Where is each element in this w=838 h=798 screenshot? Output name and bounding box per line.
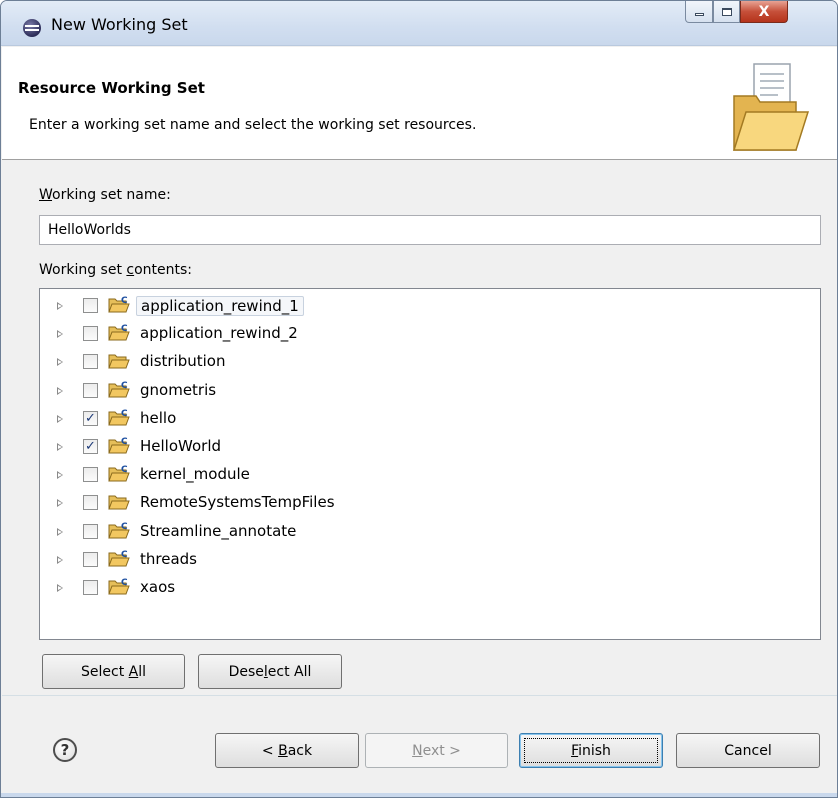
tree-item-checkbox[interactable]: ✓ [83, 410, 98, 426]
tree-item[interactable]: Capplication_rewind_2 [40, 320, 820, 348]
expand-arrow-icon[interactable] [57, 584, 63, 592]
tree-item-checkbox[interactable] [83, 326, 98, 342]
tree-item-checkbox[interactable] [83, 523, 98, 539]
new-working-set-dialog: New Working Set X Resource Working Set E… [0, 0, 838, 798]
help-icon[interactable]: ? [53, 738, 77, 762]
svg-text:C: C [121, 522, 128, 532]
expand-arrow-icon[interactable] [57, 358, 63, 367]
maximize-icon [721, 7, 732, 16]
svg-text:C: C [121, 437, 128, 447]
tree-item-label: kernel_module [140, 465, 250, 484]
tree-item-label: RemoteSystemsTempFiles [140, 493, 335, 512]
tree-item[interactable]: ✓ Chello [40, 405, 820, 433]
tree-item-label: application_rewind_1 [136, 296, 304, 316]
expand-arrow-icon[interactable] [57, 443, 63, 451]
tree-item-checkbox[interactable] [83, 467, 98, 483]
tree-item-label: threads [140, 549, 197, 568]
maximize-button[interactable] [713, 1, 740, 23]
tree-item[interactable]: Ckernel_module [40, 461, 820, 489]
svg-text:C: C [121, 465, 128, 475]
svg-text:C: C [121, 324, 128, 334]
tree-item-label: xaos [140, 578, 176, 596]
window-bottom-border [1, 793, 837, 797]
svg-text:C: C [121, 296, 128, 306]
working-set-name-label: Working set name: [39, 187, 171, 203]
working-set-contents-tree[interactable]: Capplication_rewind_1 Capplication_rewind… [39, 288, 821, 640]
expand-arrow-icon[interactable] [57, 386, 63, 395]
c-project-folder-icon: C [108, 437, 130, 454]
svg-text:C: C [121, 578, 128, 588]
close-icon: X [758, 3, 770, 20]
svg-text:C: C [121, 550, 128, 560]
tree-item[interactable]: Capplication_rewind_1 [40, 292, 820, 320]
eclipse-icon [23, 19, 41, 37]
close-button[interactable]: X [740, 1, 788, 23]
folder-icon [108, 495, 130, 510]
tree-item-label: Streamline_annotate [140, 521, 297, 540]
c-project-folder-icon: C [108, 409, 130, 426]
finish-button[interactable]: Finish [519, 733, 663, 768]
wizard-banner: Resource Working Set Enter a working set… [2, 47, 837, 160]
expand-arrow-icon[interactable] [57, 330, 63, 339]
select-all-button[interactable]: Select All [42, 654, 185, 689]
minimize-icon [694, 13, 704, 16]
expand-arrow-icon[interactable] [57, 555, 63, 564]
tree-item-label: gnometris [140, 380, 217, 399]
cancel-button[interactable]: Cancel [676, 733, 820, 768]
c-project-folder-icon: C [108, 296, 130, 313]
svg-text:C: C [121, 409, 128, 419]
tree-item[interactable]: Cgnometris [40, 377, 820, 405]
folder-icon [108, 354, 130, 369]
back-button[interactable]: < Back [215, 733, 359, 768]
banner-description: Enter a working set name and select the … [29, 117, 477, 133]
tree-item-checkbox[interactable]: ✓ [83, 439, 98, 454]
footer-separator [2, 695, 837, 696]
expand-arrow-icon[interactable] [57, 499, 63, 508]
tree-item[interactable]: distribution [40, 348, 820, 376]
title-bar[interactable]: New Working Set X [1, 1, 837, 46]
tree-item[interactable]: Cxaos [40, 574, 820, 602]
expand-arrow-icon[interactable] [57, 471, 63, 480]
tree-item-checkbox[interactable] [83, 495, 98, 511]
tree-item-checkbox[interactable] [83, 580, 98, 595]
expand-arrow-icon[interactable] [57, 414, 63, 423]
tree-item-checkbox[interactable] [83, 551, 98, 567]
tree-item-label: hello [140, 408, 177, 427]
c-project-folder-icon: C [108, 381, 130, 398]
tree-item-label: HelloWorld [140, 437, 222, 455]
tree-item[interactable]: RemoteSystemsTempFiles [40, 489, 820, 517]
checkmark-icon: ✓ [85, 410, 96, 426]
working-set-contents-label: Working set contents: [39, 262, 193, 278]
tree-item-checkbox[interactable] [83, 298, 98, 313]
window-title: New Working Set [51, 15, 188, 34]
tree-item-checkbox[interactable] [83, 354, 98, 370]
c-project-folder-icon: C [108, 522, 130, 539]
c-project-folder-icon: C [108, 465, 130, 482]
expand-arrow-icon[interactable] [57, 527, 63, 536]
tree-item-label: application_rewind_2 [140, 324, 298, 343]
c-project-folder-icon: C [108, 550, 130, 567]
expand-arrow-icon[interactable] [57, 302, 63, 310]
next-button[interactable]: Next > [365, 733, 508, 768]
tree-item[interactable]: Cthreads [40, 546, 820, 574]
banner-title: Resource Working Set [18, 79, 205, 97]
svg-text:C: C [121, 381, 128, 391]
checkmark-icon: ✓ [85, 439, 96, 454]
deselect-all-button[interactable]: Deselect All [198, 654, 342, 689]
working-set-name-input[interactable] [39, 215, 821, 245]
tree-item[interactable]: C Streamline_annotate [40, 518, 820, 546]
c-project-folder-icon: C [108, 578, 130, 595]
tree-item-label: distribution [140, 352, 226, 371]
working-set-folder-icon [732, 63, 810, 151]
c-project-folder-icon: C [108, 324, 130, 341]
tree-item-checkbox[interactable] [83, 382, 98, 398]
tree-item[interactable]: ✓ C HelloWorld [40, 433, 820, 461]
minimize-button[interactable] [685, 1, 713, 23]
